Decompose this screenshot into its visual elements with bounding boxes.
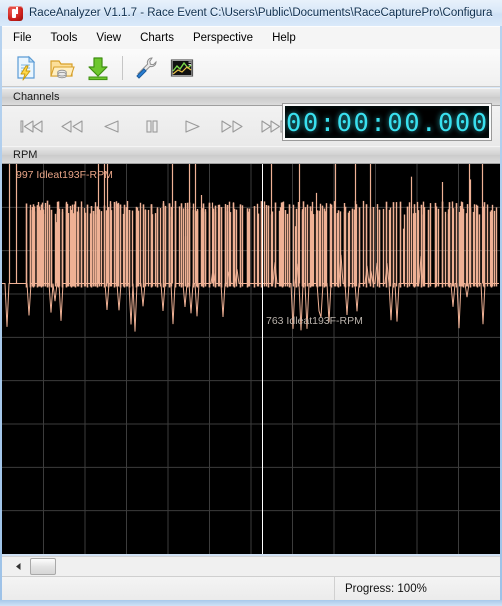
transport-controls xyxy=(2,111,292,141)
chart-window-icon xyxy=(170,58,194,77)
progress-label: Progress: 100% xyxy=(345,582,427,595)
fast-forward-button[interactable] xyxy=(212,111,252,141)
scroll-left-button[interactable] xyxy=(10,558,27,576)
menu-item-charts[interactable]: Charts xyxy=(132,29,182,47)
new-document-icon xyxy=(17,55,36,80)
race-analyzer-icon xyxy=(8,5,23,21)
pause-icon xyxy=(146,119,158,133)
step-back-icon xyxy=(104,119,119,133)
chart-horizontal-scrollbar[interactable] xyxy=(2,556,500,576)
title-bar: RaceAnalyzer V1.1.7 - Race Event C:\User… xyxy=(0,0,502,26)
toolbar-separator-1 xyxy=(122,55,123,80)
fast-forward-icon xyxy=(221,119,243,133)
menu-bar: File Tools View Charts Perspective Help xyxy=(2,26,500,49)
window-title: RaceAnalyzer V1.1.7 - Race Event C:\User… xyxy=(29,7,493,19)
rpm-chart-title: RPM xyxy=(13,149,38,161)
open-database-folder-icon xyxy=(50,59,75,78)
play-button[interactable] xyxy=(172,111,212,141)
rewind-button[interactable] xyxy=(52,111,92,141)
menu-item-tools[interactable]: Tools xyxy=(43,29,86,47)
download-button[interactable] xyxy=(82,52,114,84)
channels-panel-title: Channels xyxy=(13,91,60,103)
rpm-chart-header: RPM xyxy=(2,146,500,164)
toolbar xyxy=(2,49,500,87)
configure-button[interactable] xyxy=(130,52,162,84)
menu-item-file[interactable]: File xyxy=(5,29,40,47)
status-bar: Progress: 100% xyxy=(2,576,500,600)
skip-to-start-button[interactable] xyxy=(12,111,52,141)
wrench-tool-icon xyxy=(136,56,157,79)
lap-timer-display: 00:00:00.000 xyxy=(283,104,491,140)
menu-item-perspective[interactable]: Perspective xyxy=(185,29,261,47)
rewind-icon xyxy=(61,119,83,133)
download-arrow-icon xyxy=(88,56,108,80)
skip-to-end-icon xyxy=(261,119,284,133)
window-border-bottom xyxy=(0,600,502,606)
progress-status: Progress: 100% xyxy=(335,577,500,600)
status-message-area xyxy=(2,577,335,600)
step-back-button[interactable] xyxy=(92,111,132,141)
menu-item-help[interactable]: Help xyxy=(264,29,304,47)
race-analyzer-window: RaceAnalyzer V1.1.7 - Race Event C:\User… xyxy=(0,0,502,606)
menu-item-view[interactable]: View xyxy=(88,29,129,47)
skip-to-start-icon xyxy=(20,119,43,133)
play-icon xyxy=(185,119,200,133)
open-database-folder-button[interactable] xyxy=(46,52,78,84)
lap-timer-value: 00:00:00.000 xyxy=(285,107,489,137)
new-document-button[interactable] xyxy=(10,52,42,84)
rpm-chart-plot xyxy=(2,164,500,554)
pause-button[interactable] xyxy=(132,111,172,141)
scroll-left-arrow-icon xyxy=(16,563,21,570)
rpm-chart-canvas[interactable] xyxy=(2,164,500,554)
scrollbar-thumb[interactable] xyxy=(30,558,56,575)
add-chart-button[interactable] xyxy=(166,52,198,84)
